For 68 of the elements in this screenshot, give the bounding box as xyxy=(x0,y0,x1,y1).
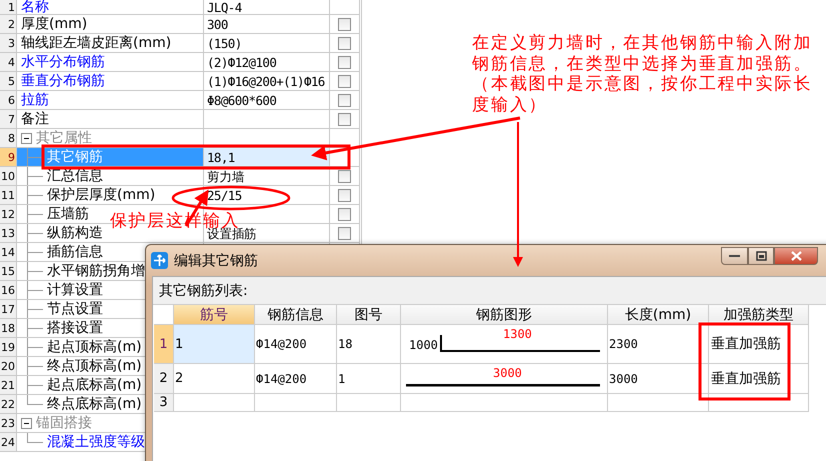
property-name: 保护层厚度(mm) xyxy=(17,186,204,205)
property-name: 垂直分布钢筋 xyxy=(17,72,204,91)
group-label: 锚固搭接 xyxy=(35,414,92,432)
table-cell[interactable]: 垂直加强筋 xyxy=(711,335,781,353)
row-number: 7 xyxy=(0,110,17,129)
property-name: 拉筋 xyxy=(17,91,204,110)
list-label: 其它钢筋列表: xyxy=(153,277,826,305)
row-number: 4 xyxy=(0,53,17,72)
row-number: 24 xyxy=(0,433,17,452)
row-number: 12 xyxy=(0,205,17,224)
row-number[interactable]: 1 xyxy=(154,325,174,364)
column-header[interactable]: 加强筋类型 xyxy=(709,305,809,325)
row-number: 21 xyxy=(0,376,17,395)
row-number: 22 xyxy=(0,395,17,414)
row-number: 20 xyxy=(0,357,17,376)
row-number: 9 xyxy=(0,148,17,167)
property-value[interactable]: 25/15 xyxy=(207,188,242,202)
property-value[interactable]: 设置插筋 xyxy=(207,226,257,240)
table-cell: 1 xyxy=(175,336,184,352)
dimension-label: 1000 xyxy=(409,339,438,352)
property-value[interactable]: 300 xyxy=(207,18,228,30)
table-cell: Ф14@200 xyxy=(256,337,307,351)
row-number: 1 xyxy=(0,0,17,15)
property-value[interactable]: (2)Ф12@100 xyxy=(207,56,276,68)
row-number: 14 xyxy=(0,243,17,262)
row-number[interactable]: 2 xyxy=(154,364,174,394)
row-number: 19 xyxy=(0,338,17,357)
dimension-label: 1300 xyxy=(503,328,532,341)
row-number: 15 xyxy=(0,262,17,281)
row-number: 13 xyxy=(0,224,17,243)
column-header[interactable]: 钢筋信息 xyxy=(255,305,337,325)
table-cell[interactable]: 垂直加强筋 xyxy=(711,370,781,388)
row-number: 10 xyxy=(0,167,17,186)
column-header[interactable]: 长度(mm) xyxy=(608,305,709,325)
annotation-note: 在定义剪力墙时，在其他钢筋中输入附加钢筋信息，在类型中选择为垂直加强筋。（本截图中是示意图，按你工程中实际长度输入） xyxy=(472,33,814,115)
property-name: 轴线距左墙皮距离(mm) xyxy=(17,34,204,53)
group-label: 其它属性 xyxy=(35,129,92,147)
column-header[interactable]: 图号 xyxy=(337,305,401,325)
row-number: 5 xyxy=(0,72,17,91)
table-cell: 3000 xyxy=(609,372,638,386)
table-cell: 2300 xyxy=(609,337,638,351)
property-value[interactable]: (150) xyxy=(207,36,242,50)
row-number: 2 xyxy=(0,15,17,34)
property-value[interactable]: (1)Ф16@200+(1)Ф16 xyxy=(207,74,325,88)
row-number: 6 xyxy=(0,91,17,110)
row-number: 3 xyxy=(0,34,17,53)
row-number: 8 xyxy=(0,129,17,148)
property-name: 其它钢筋 xyxy=(17,148,204,167)
column-header[interactable]: 钢筋图形 xyxy=(401,305,608,325)
row-number: 16 xyxy=(0,281,17,300)
table-cell: 18 xyxy=(338,337,352,351)
column-header[interactable]: 筋号 xyxy=(174,305,255,325)
property-value[interactable]: JLQ-4 xyxy=(207,0,242,14)
table-cell: Ф14@200 xyxy=(256,372,307,386)
table-cell: 1 xyxy=(338,372,346,386)
property-name: 备注 xyxy=(17,110,204,129)
row-number: 17 xyxy=(0,300,17,319)
property-value[interactable]: 18,1 xyxy=(207,150,235,164)
property-name: 厚度(mm) xyxy=(17,15,204,34)
row-number: 11 xyxy=(0,186,17,205)
row-number: 23 xyxy=(0,414,17,433)
row-number[interactable]: 3 xyxy=(154,394,174,412)
row-number: 18 xyxy=(0,319,17,338)
property-name: 水平分布钢筋 xyxy=(17,53,204,72)
property-value[interactable]: Φ8@600*600 xyxy=(207,94,276,106)
dimension-label: 3000 xyxy=(493,367,522,380)
property-name: 名称 xyxy=(17,0,204,15)
property-value[interactable]: 剪力墙 xyxy=(207,170,244,182)
